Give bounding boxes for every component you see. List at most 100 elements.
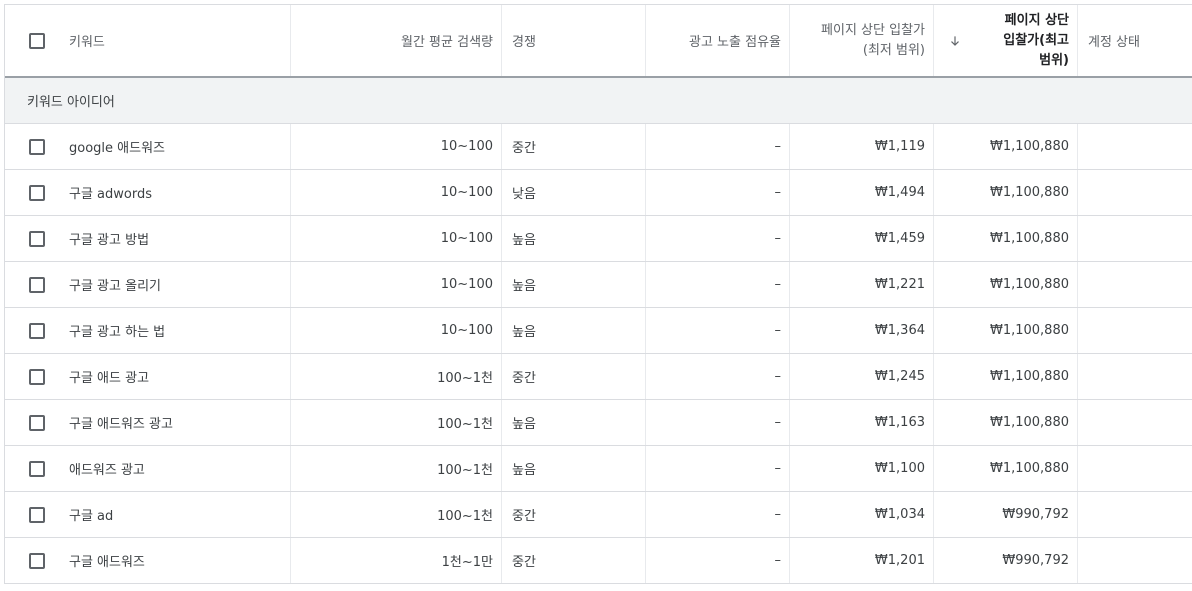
cell-top-bid-low: ₩1,494 [790,170,934,215]
cell-competition: 중간 [502,124,646,169]
table-row[interactable]: 구글 애드워즈 광고 100~1천 높음 – ₩1,163 ₩1,100,880 [5,400,1192,446]
keyword-planner-page: 키워드 월간 평균 검색량 경쟁 광고 노출 점유율 페이지 상단 입찰가 (최… [0,0,1192,591]
row-checkbox-cell [5,308,69,353]
row-checkbox-cell [5,262,69,307]
row-checkbox-cell [5,538,69,583]
table-row[interactable]: 구글 광고 올리기 10~100 높음 – ₩1,221 ₩1,100,880 [5,262,1192,308]
cell-competition: 높음 [502,400,646,445]
row-checkbox[interactable] [29,230,45,247]
cell-top-bid-low: ₩1,221 [790,262,934,307]
cell-top-bid-low: ₩1,034 [790,492,934,537]
cell-keyword: 애드워즈 광고 [69,446,291,491]
arrow-down-icon[interactable] [948,34,962,48]
cell-competition: 낮음 [502,170,646,215]
row-checkbox[interactable] [29,506,45,523]
cell-top-bid-low: ₩1,364 [790,308,934,353]
cell-impression-share: – [646,354,790,399]
cell-competition: 높음 [502,216,646,261]
row-checkbox-cell [5,446,69,491]
header-impression-share[interactable]: 광고 노출 점유율 [646,5,790,76]
cell-account-status [1078,170,1192,215]
row-checkbox[interactable] [29,552,45,569]
table-header-row: 키워드 월간 평균 검색량 경쟁 광고 노출 점유율 페이지 상단 입찰가 (최… [5,5,1192,78]
cell-impression-share: – [646,170,790,215]
table-row[interactable]: 구글 애드 광고 100~1천 중간 – ₩1,245 ₩1,100,880 [5,354,1192,400]
header-competition[interactable]: 경쟁 [502,5,646,76]
row-checkbox[interactable] [29,460,45,477]
select-all-checkbox[interactable] [29,32,45,49]
cell-keyword: 구글 애드워즈 [69,538,291,583]
header-checkbox-cell [5,5,69,76]
row-checkbox[interactable] [29,368,45,385]
row-checkbox-cell [5,492,69,537]
header-account-status[interactable]: 계정 상태 [1078,5,1192,76]
cell-top-bid-high: ₩1,100,880 [934,400,1078,445]
table-row[interactable]: 구글 광고 방법 10~100 높음 – ₩1,459 ₩1,100,880 [5,216,1192,262]
cell-top-bid-low: ₩1,100 [790,446,934,491]
header-monthly-volume[interactable]: 월간 평균 검색량 [291,5,502,76]
row-checkbox-cell [5,170,69,215]
cell-volume: 1천~1만 [291,538,502,583]
group-row-keyword-ideas: 키워드 아이디어 [5,78,1192,124]
group-label: 키워드 아이디어 [27,95,115,110]
row-checkbox-cell [5,400,69,445]
cell-top-bid-high: ₩1,100,880 [934,308,1078,353]
cell-top-bid-high: ₩1,100,880 [934,170,1078,215]
cell-keyword: 구글 애드 광고 [69,354,291,399]
table-row[interactable]: google 애드워즈 10~100 중간 – ₩1,119 ₩1,100,880 [5,124,1192,170]
cell-impression-share: – [646,262,790,307]
cell-impression-share: – [646,308,790,353]
table-row[interactable]: 구글 애드워즈 1천~1만 중간 – ₩1,201 ₩990,792 [5,538,1192,584]
table-row[interactable]: 구글 ad 100~1천 중간 – ₩1,034 ₩990,792 [5,492,1192,538]
cell-volume: 100~1천 [291,446,502,491]
cell-keyword: 구글 광고 올리기 [69,262,291,307]
cell-competition: 높음 [502,262,646,307]
header-top-bid-low[interactable]: 페이지 상단 입찰가 (최저 범위) [790,5,934,76]
cell-competition: 높음 [502,446,646,491]
keyword-ideas-table: 키워드 월간 평균 검색량 경쟁 광고 노출 점유율 페이지 상단 입찰가 (최… [4,4,1192,584]
cell-account-status [1078,492,1192,537]
cell-account-status [1078,538,1192,583]
header-top-bid-high-line3: 범위) [1039,52,1069,68]
cell-top-bid-low: ₩1,163 [790,400,934,445]
cell-keyword: 구글 애드워즈 광고 [69,400,291,445]
cell-top-bid-high: ₩990,792 [934,492,1078,537]
header-keyword[interactable]: 키워드 [69,5,291,76]
table-row[interactable]: 구글 광고 하는 법 10~100 높음 – ₩1,364 ₩1,100,880 [5,308,1192,354]
cell-top-bid-low: ₩1,459 [790,216,934,261]
row-checkbox[interactable] [29,414,45,431]
cell-keyword: 구글 adwords [69,170,291,215]
row-checkbox[interactable] [29,322,45,339]
cell-volume: 10~100 [291,124,502,169]
cell-top-bid-high: ₩1,100,880 [934,262,1078,307]
header-top-bid-high-line2: 입찰가(최고 [1003,32,1069,48]
cell-top-bid-low: ₩1,119 [790,124,934,169]
cell-account-status [1078,262,1192,307]
cell-volume: 10~100 [291,216,502,261]
cell-account-status [1078,354,1192,399]
cell-top-bid-high: ₩1,100,880 [934,216,1078,261]
row-checkbox-cell [5,216,69,261]
table-row[interactable]: 애드워즈 광고 100~1천 높음 – ₩1,100 ₩1,100,880 [5,446,1192,492]
cell-top-bid-high: ₩1,100,880 [934,354,1078,399]
cell-volume: 100~1천 [291,492,502,537]
cell-keyword: 구글 광고 방법 [69,216,291,261]
cell-account-status [1078,400,1192,445]
cell-account-status [1078,308,1192,353]
row-checkbox[interactable] [29,184,45,201]
cell-competition: 중간 [502,354,646,399]
cell-account-status [1078,216,1192,261]
cell-impression-share: – [646,216,790,261]
cell-impression-share: – [646,400,790,445]
cell-impression-share: – [646,446,790,491]
cell-volume: 100~1천 [291,354,502,399]
cell-keyword: 구글 광고 하는 법 [69,308,291,353]
header-top-bid-high[interactable]: 페이지 상단 입찰가(최고 범위) [934,5,1078,76]
row-checkbox[interactable] [29,138,45,155]
table-row[interactable]: 구글 adwords 10~100 낮음 – ₩1,494 ₩1,100,880 [5,170,1192,216]
header-top-bid-low-line2: (최저 범위) [862,42,925,58]
header-top-bid-high-line1: 페이지 상단 [1004,12,1069,28]
cell-top-bid-high: ₩1,100,880 [934,446,1078,491]
row-checkbox[interactable] [29,276,45,293]
cell-keyword: 구글 ad [69,492,291,537]
